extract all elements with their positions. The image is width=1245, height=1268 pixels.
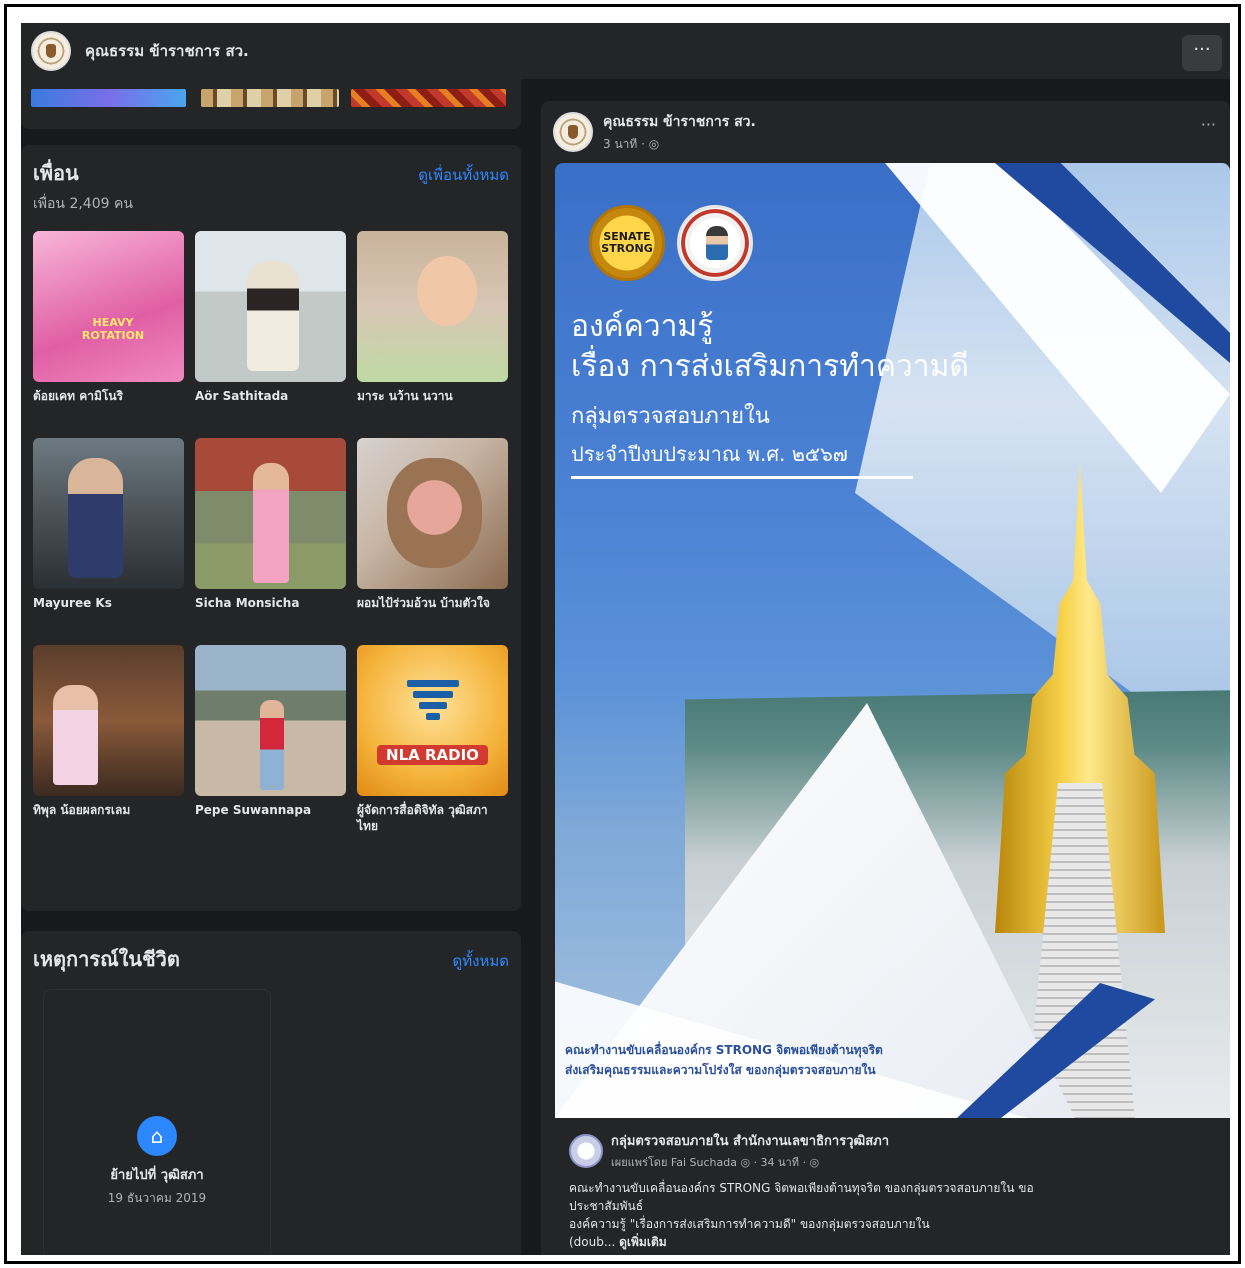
shared-text-line: (doub... ดูเพิ่มเติม — [569, 1233, 1216, 1251]
banner-title-line2: เรื่อง การส่งเสริมการทำความดี — [571, 349, 969, 384]
post-card: คุณธรรม ข้าราชการ สว. 3 นาที · ◎ ··· SEN… — [541, 101, 1230, 1255]
friends-card: เพื่อน ดูเพื่อนทั้งหมด เพื่อน 2,409 คน ต… — [21, 145, 521, 911]
friend-item[interactable]: Mayuree Ks — [33, 438, 184, 645]
photo-thumb[interactable] — [351, 89, 506, 107]
life-events-title: เหตุการณ์ในชีวิต — [33, 947, 180, 971]
friend-photo[interactable] — [195, 645, 346, 796]
friend-item[interactable]: มาระ นว้าน นวาน — [357, 231, 508, 438]
photo-thumb[interactable] — [201, 89, 339, 107]
friend-photo[interactable] — [33, 645, 184, 796]
post-author-avatar[interactable] — [553, 112, 593, 152]
shared-author[interactable]: กลุ่มตรวจสอบภายใน สำนักงานเลขาธิการวุฒิส… — [611, 1130, 889, 1151]
shared-text-line: คณะทำงานขับเคลื่อนองค์กร STRONG จิตพอเพี… — [569, 1181, 1034, 1195]
friend-name[interactable]: Pepe Suwannapa — [195, 802, 346, 818]
friends-title: เพื่อน — [33, 161, 79, 185]
page-name[interactable]: คุณธรรม ข้าราชการ สว. — [85, 39, 249, 63]
shared-author-avatar[interactable] — [569, 1133, 603, 1168]
friend-photo[interactable] — [357, 231, 508, 382]
page-avatar[interactable] — [31, 31, 71, 71]
friend-name[interactable]: ต้อยเคท คามิโนริ — [33, 388, 184, 404]
audit-group-logo-icon — [677, 205, 753, 281]
photo-thumb[interactable] — [31, 89, 186, 107]
banner-footer-line1: คณะทำงานขับเคลื่อนองค์กร STRONG จิตพอเพี… — [565, 1043, 883, 1057]
friend-item[interactable]: Aör Sathitada — [195, 231, 346, 438]
shared-post: กลุ่มตรวจสอบภายใน สำนักงานเลขาธิการวุฒิส… — [555, 1118, 1230, 1255]
post-author[interactable]: คุณธรรม ข้าราชการ สว. — [603, 111, 756, 133]
life-event-date: 19 ธันวาคม 2019 — [107, 1191, 207, 1205]
screenshot-frame: คุณธรรม ข้าราชการ สว. ··· เพื่อน ดูเพื่อ… — [4, 4, 1241, 1264]
life-event-title[interactable]: ย้ายไปที่ วุฒิสภา — [44, 1164, 270, 1185]
life-event-tile[interactable]: ⌂ ย้ายไปที่ วุฒิสภา 19 ธันวาคม 2019 — [43, 989, 271, 1255]
see-more-link[interactable]: ดูเพิ่มเติม — [619, 1235, 667, 1249]
post-timestamp[interactable]: 3 นาที · ◎ — [603, 135, 756, 154]
friend-photo[interactable] — [195, 231, 346, 382]
friend-name[interactable]: ผอมไป้ร่วมอ้วน บ้ามตัวใจ — [357, 595, 508, 611]
friend-photo[interactable] — [357, 438, 508, 589]
friend-item[interactable]: Pepe Suwannapa — [195, 645, 346, 852]
page-header-bar: คุณธรรม ข้าราชการ สว. ··· — [21, 23, 1230, 79]
shared-text-line: องค์ความรู้ "เรื่องการส่งเสริมการทำความด… — [569, 1217, 930, 1231]
see-all-events-link[interactable]: ดูทั้งหมด — [453, 949, 509, 973]
friend-item[interactable]: NLA RADIO ผู้จัดการสื่อดิจิทัล วุฒิสภาไท… — [357, 645, 508, 852]
banner-year: ประจำปีงบประมาณ พ.ศ. ๒๕๖๗ — [571, 438, 913, 479]
friend-photo[interactable] — [33, 438, 184, 589]
friends-count: เพื่อน 2,409 คน — [33, 196, 133, 212]
truncated-text: (doub... — [569, 1235, 620, 1249]
friend-item[interactable]: ทิพุล น้อยผลกรเลม — [33, 645, 184, 852]
photos-strip — [21, 79, 521, 129]
post-more-button[interactable]: ··· — [1201, 115, 1216, 134]
friend-photo[interactable]: NLA RADIO — [357, 645, 508, 796]
shared-post-text: คณะทำงานขับเคลื่อนองค์กร STRONG จิตพอเพี… — [569, 1179, 1216, 1251]
nla-radio-label: NLA RADIO — [377, 745, 488, 765]
shared-text-line: ประชาสัมพันธ์ — [569, 1199, 644, 1213]
post-header: คุณธรรม ข้าราชการ สว. 3 นาที · ◎ ··· — [541, 101, 1230, 163]
friend-name[interactable]: ทิพุล น้อยผลกรเลม — [33, 802, 184, 818]
life-events-card: เหตุการณ์ในชีวิต ดูทั้งหมด ⌂ ย้ายไปที่ ว… — [21, 931, 521, 1255]
banner-subtitle: กลุ่มตรวจสอบภายใน — [571, 404, 770, 429]
more-options-button[interactable]: ··· — [1182, 35, 1222, 71]
home-icon: ⌂ — [137, 1116, 177, 1156]
friend-photo[interactable] — [195, 438, 346, 589]
friend-name[interactable]: Sicha Monsicha — [195, 595, 346, 611]
see-all-friends-link[interactable]: ดูเพื่อนทั้งหมด — [418, 163, 509, 187]
friend-name[interactable]: Mayuree Ks — [33, 595, 184, 611]
post-image[interactable]: SENATE STRONG องค์ความรู้ เรื่อง การส่งเ… — [555, 163, 1230, 1118]
friend-item[interactable]: Sicha Monsicha — [195, 438, 346, 645]
shared-timestamp[interactable]: เผยแพร่โดย Fai Suchada ◎ · 34 นาที · ◎ — [611, 1153, 889, 1171]
friends-grid: ต้อยเคท คามิโนริ Aör Sathitada มาระ นว้า… — [33, 231, 509, 852]
nla-radio-logo-icon — [407, 680, 459, 730]
banner-footer-line2: ส่งเสริมคุณธรรมและความโปร่งใส ของกลุ่มตร… — [565, 1063, 876, 1077]
friend-item[interactable]: ผอมไป้ร่วมอ้วน บ้ามตัวใจ — [357, 438, 508, 645]
friend-name[interactable]: Aör Sathitada — [195, 388, 346, 404]
friend-photo[interactable] — [33, 231, 184, 382]
senate-strong-logo-text: SENATE STRONG — [601, 230, 653, 255]
friend-name[interactable]: มาระ นว้าน นวาน — [357, 388, 508, 404]
senate-strong-logo-icon: SENATE STRONG — [589, 205, 665, 281]
friend-name[interactable]: ผู้จัดการสื่อดิจิทัล วุฒิสภาไทย — [357, 802, 508, 834]
friend-item[interactable]: ต้อยเคท คามิโนริ — [33, 231, 184, 438]
facebook-page: คุณธรรม ข้าราชการ สว. ··· เพื่อน ดูเพื่อ… — [21, 23, 1230, 1255]
